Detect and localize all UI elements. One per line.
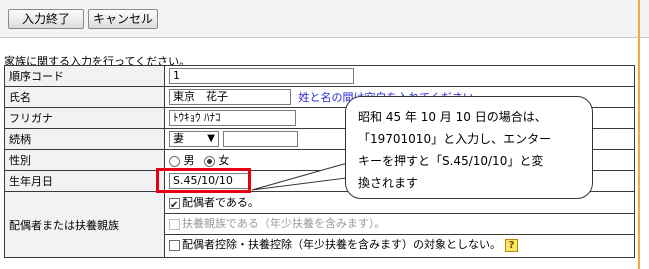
callout-line-1: 昭和 45 年 10 月 10 日の場合は、 — [358, 110, 547, 124]
callout-line-4: 換されます — [358, 176, 419, 190]
callout-line-3: キーを押すと「S.45/10/10」と変 — [358, 154, 544, 168]
callout-line-2: 「19701010」と入力し、エンター — [358, 132, 552, 146]
explanation-callout: 昭和 45 年 10 月 10 日の場合は、 「19701010」と入力し、エン… — [345, 96, 593, 199]
